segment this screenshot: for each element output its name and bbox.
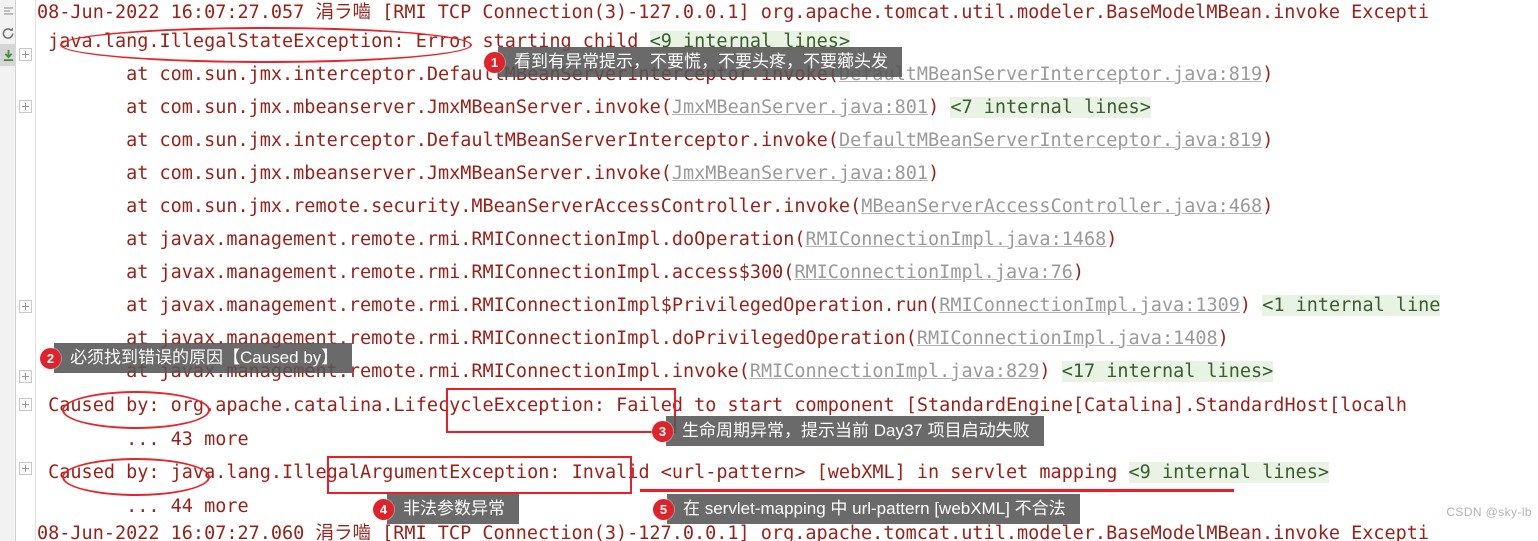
scroll-to-end-icon[interactable] [0, 44, 16, 66]
collapsed-frames-badge[interactable]: <7 internal lines> [950, 97, 1151, 118]
console-text: 08-Jun-2022 16:07:27.057 [37, 2, 316, 23]
console-text: ... 43 more [37, 429, 249, 450]
console-line: at com.sun.jmx.interceptor.DefaultMBeanS… [37, 131, 1273, 151]
console-line: at com.sun.jmx.mbeanserver.JmxMBeanServe… [37, 97, 1151, 118]
console-text: at javax.management.remote.rmi.RMIConnec… [37, 361, 750, 382]
console-text: [RMI TCP Connection(3)-127.0.0.1] org.ap… [370, 2, 1430, 23]
console-line: 08-Jun-2022 16:07:27.060 涓ラ嚙 [RMI TCP Co… [37, 524, 1429, 541]
console-line: java.lang.IllegalStateException: Error s… [37, 31, 851, 52]
console-line: at javax.management.remote.rmi.RMIConnec… [37, 361, 1274, 382]
console-text: at com.sun.jmx.mbeanserver.JmxMBeanServe… [37, 163, 672, 184]
console-text: at javax.management.remote.rmi.RMIConnec… [37, 295, 940, 316]
console-output-pane[interactable]: 08-Jun-2022 16:07:27.057 涓ラ嚙 [RMI TCP Co… [37, 0, 1538, 541]
console-text: 08-Jun-2022 16:07:27.060 [37, 523, 316, 541]
console-text: ) [1039, 361, 1062, 382]
rerun-glyph [2, 27, 13, 39]
console-text: ) [1239, 295, 1263, 316]
stacktrace-link[interactable]: MBeanServerAccessController.java:468 [861, 196, 1262, 217]
console-line: Caused by: java.lang.IllegalArgumentExce… [37, 462, 1330, 483]
stacktrace-link[interactable]: RMIConnectionImpl.java:1408 [917, 328, 1218, 349]
console-text: at javax.management.remote.rmi.RMIConnec… [37, 262, 795, 283]
console-text: 涓ラ嚙 [315, 523, 371, 541]
console-line: ... 44 more [37, 497, 249, 517]
wrap-lines-glyph [3, 7, 13, 14]
console-text: Caused by: java.lang.IllegalArgumentExce… [37, 462, 1129, 483]
collapsed-frames-badge[interactable]: <1 internal line [1262, 295, 1441, 316]
console-text: Caused by: org.apache.catalina.Lifecycle… [37, 395, 1407, 416]
console-line: at javax.management.remote.rmi.RMIConnec… [37, 230, 1117, 250]
console-text: at com.sun.jmx.interceptor.DefaultMBeanS… [37, 64, 839, 85]
fold-toggle-0[interactable] [19, 48, 32, 61]
fold-toggle-4[interactable] [19, 398, 32, 411]
collapsed-frames-badge[interactable]: <17 internal lines> [1061, 361, 1274, 382]
collapsed-frames-badge[interactable]: <9 internal lines> [1128, 462, 1330, 483]
fold-toggle-5[interactable] [19, 462, 32, 475]
fold-toggle-3[interactable] [19, 370, 32, 383]
scroll-to-end-glyph [3, 49, 13, 61]
stacktrace-link[interactable]: JmxMBeanServer.java:801 [672, 163, 928, 184]
console-text: ) [1262, 196, 1274, 217]
console-text: at com.sun.jmx.interceptor.DefaultMBeanS… [37, 130, 839, 151]
console-line: at javax.management.remote.rmi.RMIConnec… [37, 329, 1229, 349]
collapsed-frames-badge[interactable]: <9 internal lines> [649, 31, 851, 52]
fold-toggle-1[interactable] [19, 100, 32, 113]
console-text: java.lang.IllegalStateException: Error s… [37, 31, 650, 52]
rerun-icon[interactable] [0, 22, 16, 44]
console-text: at com.sun.jmx.remote.security.MBeanServ… [37, 196, 862, 217]
console-text: at javax.management.remote.rmi.RMIConnec… [37, 328, 917, 349]
console-line: at com.sun.jmx.interceptor.DefaultMBeanS… [37, 65, 1273, 85]
console-line: at javax.management.remote.rmi.RMIConnec… [37, 263, 1084, 283]
console-text: ) [1217, 328, 1229, 349]
console-text: ) [928, 163, 940, 184]
console-text: 涓ラ嚙 [315, 2, 371, 23]
console-line: at javax.management.remote.rmi.RMIConnec… [37, 295, 1441, 316]
console-line: 08-Jun-2022 16:07:27.057 涓ラ嚙 [RMI TCP Co… [37, 3, 1429, 23]
stacktrace-link[interactable]: RMIConnectionImpl.java:1468 [806, 229, 1107, 250]
stacktrace-link[interactable]: RMIConnectionImpl.java:829 [750, 361, 1040, 382]
console-text: at com.sun.jmx.mbeanserver.JmxMBeanServe… [37, 97, 672, 118]
console-line: ... 43 more [37, 430, 249, 450]
stacktrace-link[interactable]: JmxMBeanServer.java:801 [672, 97, 928, 118]
console-line: Caused by: org.apache.catalina.Lifecycle… [37, 396, 1407, 416]
stacktrace-link[interactable]: RMIConnectionImpl.java:1309 [939, 295, 1240, 316]
console-text: ) [1106, 229, 1118, 250]
console-text: [RMI TCP Connection(3)-127.0.0.1] org.ap… [370, 523, 1430, 541]
wrap-lines-icon[interactable] [0, 0, 16, 22]
console-text: ) [1262, 64, 1274, 85]
console-line: at com.sun.jmx.mbeanserver.JmxMBeanServe… [37, 164, 939, 184]
console-fold-gutter [16, 0, 36, 541]
stacktrace-link[interactable]: DefaultMBeanServerInterceptor.java:819 [839, 130, 1262, 151]
stacktrace-link[interactable]: RMIConnectionImpl.java:76 [794, 262, 1072, 283]
console-text: ) [1072, 262, 1084, 283]
console-text: ... 44 more [37, 496, 249, 517]
console-text: ) [1262, 130, 1274, 151]
console-line: at com.sun.jmx.remote.security.MBeanServ… [37, 197, 1273, 217]
stacktrace-link[interactable]: DefaultMBeanServerInterceptor.java:819 [839, 64, 1262, 85]
console-tool-strip [0, 0, 16, 541]
csdn-watermark: CSDN @sky-lb [1446, 505, 1532, 519]
console-text: ) [928, 97, 951, 118]
fold-toggle-2[interactable] [19, 300, 32, 313]
console-text: at javax.management.remote.rmi.RMIConnec… [37, 229, 806, 250]
